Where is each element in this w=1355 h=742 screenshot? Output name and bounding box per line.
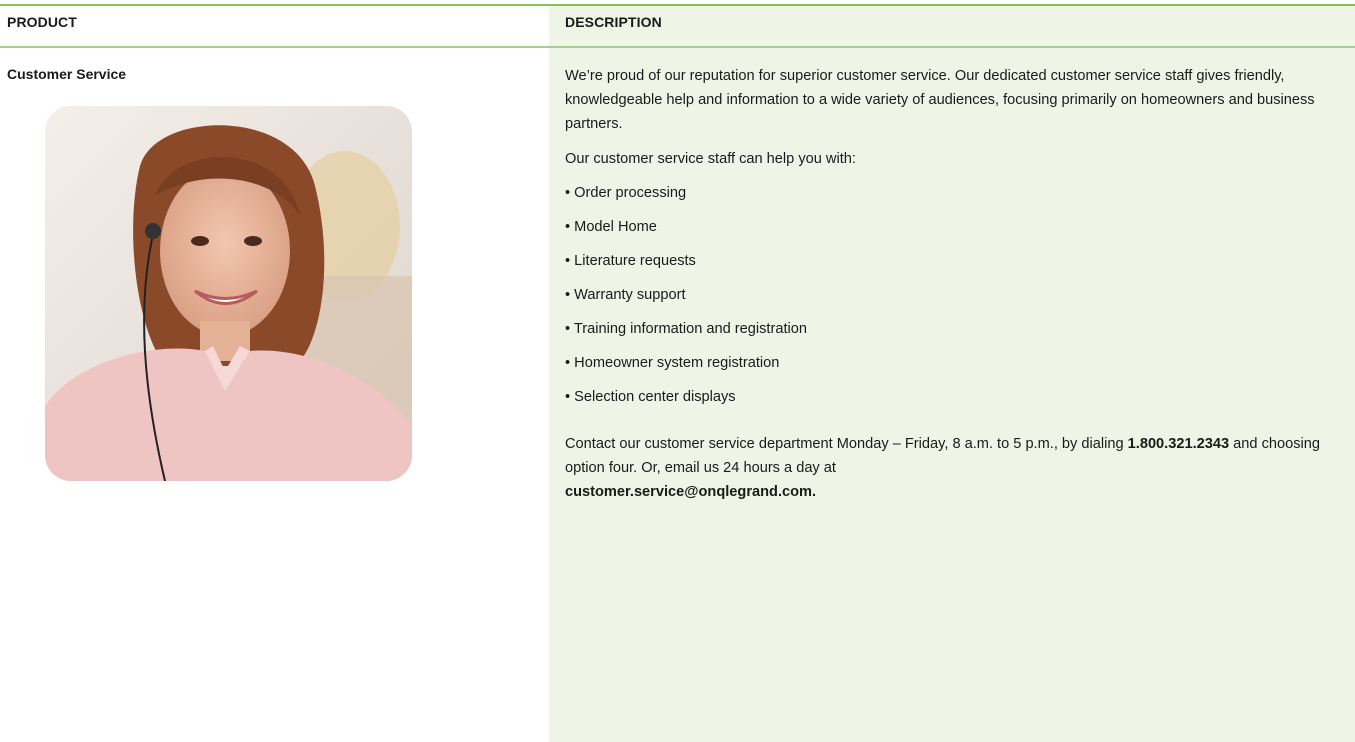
services-lead: Our customer service staff can help you … — [565, 151, 856, 167]
phone-number: 1.800.321.2343 — [1127, 436, 1230, 452]
contact-text: Contact our customer service department … — [565, 436, 1128, 452]
list-item: • Literature requests — [565, 253, 696, 269]
header-rule — [0, 46, 1355, 48]
list-item: • Homeowner system registration — [565, 355, 780, 371]
customer-service-photo — [45, 106, 412, 481]
intro-paragraph: We’re proud of our reputation for superi… — [565, 68, 1315, 132]
list-item: • Warranty support — [565, 287, 686, 303]
list-item: • Training information and registration — [565, 321, 807, 337]
description-text: We’re proud of our reputation for superi… — [565, 64, 1325, 504]
list-item: • Selection center displays — [565, 389, 736, 405]
services-list: • Order processing • Model Home • Litera… — [565, 181, 1325, 409]
product-name: Customer Service — [7, 66, 127, 82]
list-item: • Model Home — [565, 219, 657, 235]
description-column-header: DESCRIPTION — [565, 14, 662, 30]
email-address: customer.service@onqlegrand.com. — [565, 484, 817, 500]
contact-paragraph: Contact our customer service department … — [565, 432, 1325, 504]
product-column-header: PRODUCT — [7, 14, 77, 30]
list-item: • Order processing — [565, 185, 687, 201]
